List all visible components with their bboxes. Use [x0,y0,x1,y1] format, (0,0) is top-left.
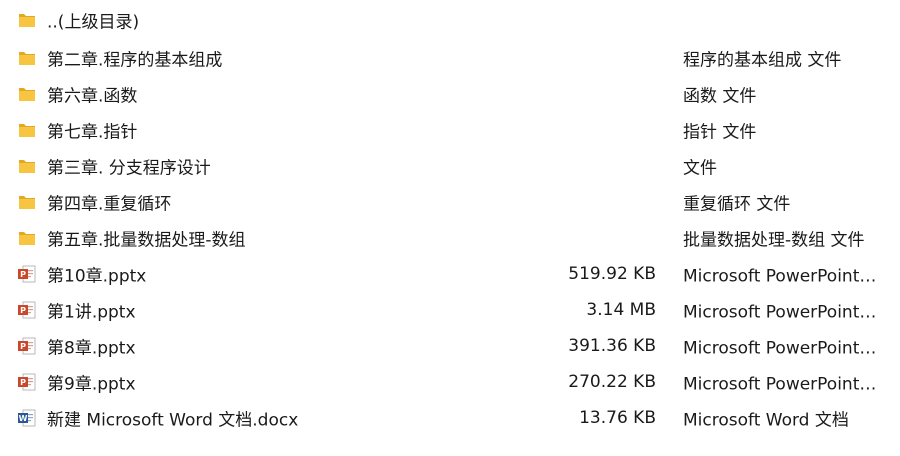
list-item[interactable]: P 第10章.pptx 519.92 KB Microsoft PowerPoi… [0,256,900,292]
powerpoint-file-icon: P [17,301,37,319]
file-size: 13.76 KB [579,408,656,428]
folder-icon [17,11,37,29]
folder-icon [17,121,37,139]
file-name: 第五章.批量数据处理-数组 [47,230,246,251]
file-name: 第六章.函数 [47,86,138,107]
svg-text:P: P [20,306,26,315]
file-type: Microsoft PowerPoint 演示文稿 [683,302,880,323]
file-name: 第七章.指针 [47,122,138,143]
file-size: 270.22 KB [568,372,656,392]
file-type: 指针 文件 [683,122,757,143]
file-size: 391.36 KB [568,336,656,356]
list-item[interactable]: 第五章.批量数据处理-数组 批量数据处理-数组 文件 [0,220,900,256]
file-name: 第四章.重复循环 [47,194,172,215]
svg-text:P: P [20,342,26,351]
file-type: 文件 [683,158,717,179]
folder-icon [17,157,37,175]
file-name: 第10章.pptx [47,266,147,287]
file-name: ..(上级目录) [47,12,140,33]
file-size: 3.14 MB [586,300,656,320]
file-list: ..(上级目录) 第二章.程序的基本组成 程序的基本组成 文件 第六章.函数 函… [0,0,900,456]
list-item[interactable]: W 新建 Microsoft Word 文档.docx 13.76 KB Mic… [0,400,900,436]
file-name: 第三章. 分支程序设计 [47,158,211,179]
file-type: 程序的基本组成 文件 [683,50,842,71]
list-item[interactable]: 第二章.程序的基本组成 程序的基本组成 文件 [0,40,900,76]
list-item[interactable]: P 第9章.pptx 270.22 KB Microsoft PowerPoin… [0,364,900,400]
file-size: 519.92 KB [568,264,656,284]
powerpoint-file-icon: P [17,373,37,391]
list-item[interactable]: 第四章.重复循环 重复循环 文件 [0,184,900,220]
folder-icon [17,85,37,103]
file-type: Microsoft PowerPoint 演示文稿 [683,338,880,359]
file-name: 新建 Microsoft Word 文档.docx [47,410,299,431]
folder-icon [17,193,37,211]
powerpoint-file-icon: P [17,337,37,355]
folder-icon [17,49,37,67]
list-item[interactable]: 第六章.函数 函数 文件 [0,76,900,112]
list-item[interactable]: P 第8章.pptx 391.36 KB Microsoft PowerPoin… [0,328,900,364]
list-item[interactable]: 第三章. 分支程序设计 文件 [0,148,900,184]
file-type: Microsoft Word 文档 [683,410,849,431]
svg-text:P: P [20,270,26,279]
powerpoint-file-icon: P [17,265,37,283]
file-type: Microsoft PowerPoint 演示文稿 [683,374,880,395]
file-name: 第8章.pptx [47,338,136,359]
word-file-icon: W [17,409,37,427]
file-name: 第二章.程序的基本组成 [47,50,223,71]
file-type: 重复循环 文件 [683,194,791,215]
file-type: 批量数据处理-数组 文件 [683,230,865,251]
folder-icon [17,229,37,247]
file-name: 第1讲.pptx [47,302,136,323]
list-item-parent-dir[interactable]: ..(上级目录) [0,0,900,40]
file-type: Microsoft PowerPoint 演示文稿 [683,266,880,287]
list-item[interactable]: P 第1讲.pptx 3.14 MB Microsoft PowerPoint … [0,292,900,328]
file-type: 函数 文件 [683,86,757,107]
svg-text:P: P [20,378,26,387]
list-item[interactable]: 第七章.指针 指针 文件 [0,112,900,148]
file-name: 第9章.pptx [47,374,136,395]
svg-text:W: W [19,414,28,423]
